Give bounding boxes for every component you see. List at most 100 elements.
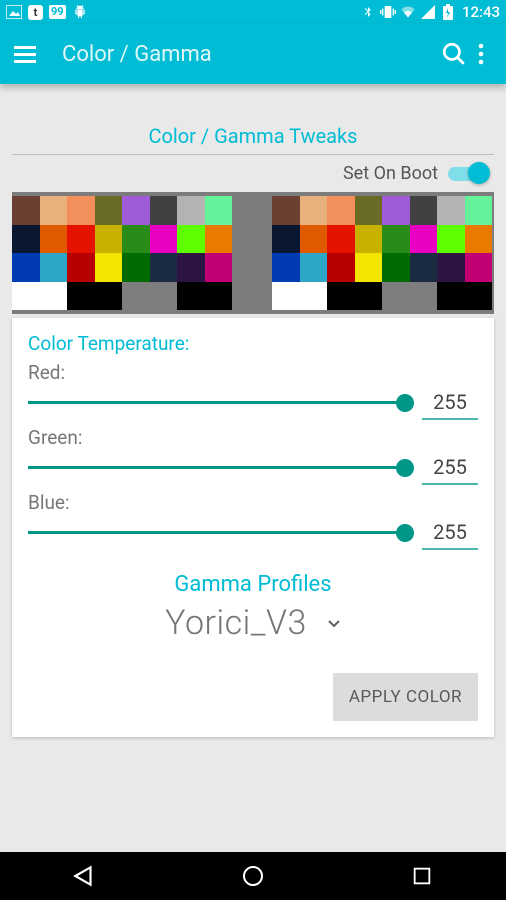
color-swatch — [382, 253, 410, 282]
color-swatch — [355, 282, 383, 311]
color-swatch — [177, 282, 205, 311]
color-swatch — [382, 282, 410, 311]
navigation-bar — [0, 852, 506, 900]
blue-label: Blue: — [28, 491, 478, 514]
color-swatch — [122, 225, 150, 254]
status-bar: t 99 12:43 — [0, 0, 506, 24]
color-swatch — [300, 282, 328, 311]
color-swatch — [67, 196, 95, 225]
tumblr-icon: t — [28, 5, 43, 20]
color-swatch — [410, 196, 438, 225]
color-swatch — [410, 282, 438, 311]
color-swatch — [437, 282, 465, 311]
color-swatch — [95, 196, 123, 225]
color-swatch — [40, 253, 68, 282]
color-swatch — [272, 282, 300, 311]
color-swatch — [410, 225, 438, 254]
set-on-boot-label: Set On Boot — [343, 163, 438, 184]
color-swatch — [300, 253, 328, 282]
color-swatch — [12, 253, 40, 282]
color-swatch — [67, 225, 95, 254]
color-swatch — [205, 196, 233, 225]
color-swatch — [355, 253, 383, 282]
gamma-profile-dropdown[interactable]: Yorici_V3 — [28, 603, 478, 643]
color-swatch — [150, 282, 178, 311]
android-icon — [72, 4, 88, 20]
color-swatch — [150, 196, 178, 225]
color-swatch — [95, 253, 123, 282]
color-swatch — [12, 196, 40, 225]
color-swatch — [327, 225, 355, 254]
red-value-input[interactable]: 255 — [422, 386, 478, 420]
menu-icon[interactable] — [14, 46, 38, 63]
color-swatch — [67, 253, 95, 282]
green-value-input[interactable]: 255 — [422, 451, 478, 485]
color-swatch — [40, 282, 68, 311]
search-icon[interactable] — [438, 41, 470, 67]
section-title: Color / Gamma Tweaks — [148, 124, 357, 148]
color-swatch — [177, 196, 205, 225]
color-swatch — [150, 225, 178, 254]
color-swatch — [40, 225, 68, 254]
wifi-icon — [400, 4, 416, 20]
red-slider[interactable] — [28, 387, 408, 419]
color-swatch — [177, 253, 205, 282]
color-swatch — [410, 253, 438, 282]
gamma-profiles-title: Gamma Profiles — [28, 572, 478, 597]
color-swatch — [205, 225, 233, 254]
color-temperature-header: Color Temperature: — [28, 332, 478, 355]
recents-icon[interactable] — [408, 862, 436, 890]
set-on-boot-switch[interactable] — [448, 164, 490, 184]
gamma-profile-selected: Yorici_V3 — [165, 603, 307, 643]
color-swatch — [382, 225, 410, 254]
vibrate-icon — [380, 4, 396, 20]
color-swatch — [122, 196, 150, 225]
color-swatch — [95, 225, 123, 254]
color-swatch — [12, 225, 40, 254]
color-preview-strip — [12, 192, 494, 314]
page-title: Color / Gamma — [62, 42, 212, 67]
image-icon — [6, 4, 22, 20]
color-swatch — [272, 253, 300, 282]
color-swatch — [465, 225, 493, 254]
color-swatch — [300, 225, 328, 254]
color-swatch — [67, 282, 95, 311]
color-swatch — [95, 282, 123, 311]
home-icon[interactable] — [239, 862, 267, 890]
color-swatch — [272, 225, 300, 254]
color-swatch — [327, 253, 355, 282]
color-swatch — [355, 196, 383, 225]
color-swatch — [355, 225, 383, 254]
color-swatch — [177, 225, 205, 254]
bluetooth-icon — [360, 4, 376, 20]
color-swatch — [437, 225, 465, 254]
color-swatch — [122, 253, 150, 282]
color-swatch — [12, 282, 40, 311]
color-swatch — [382, 196, 410, 225]
green-slider[interactable] — [28, 452, 408, 484]
clock-text: 12:43 — [462, 3, 500, 21]
color-swatch — [437, 196, 465, 225]
battery-charging-icon — [440, 4, 456, 20]
color-swatch — [437, 253, 465, 282]
blue-slider[interactable] — [28, 517, 408, 549]
color-swatch — [272, 196, 300, 225]
app-bar: Color / Gamma — [0, 24, 506, 84]
color-swatch — [327, 196, 355, 225]
apply-color-button[interactable]: APPLY COLOR — [333, 673, 478, 721]
notification-count-icon: 99 — [49, 5, 66, 19]
color-swatch — [205, 253, 233, 282]
color-swatch — [327, 282, 355, 311]
color-swatch — [465, 282, 493, 311]
color-temperature-card: Color Temperature: Red: 255 Green: 255 B… — [12, 318, 494, 737]
color-swatch — [205, 282, 233, 311]
color-swatch — [465, 196, 493, 225]
green-label: Green: — [28, 426, 478, 449]
blue-value-input[interactable]: 255 — [422, 516, 478, 550]
signal-icon — [420, 4, 436, 20]
back-icon[interactable] — [70, 862, 98, 890]
overflow-menu-icon[interactable] — [470, 43, 492, 65]
chevron-down-icon — [327, 614, 341, 633]
color-swatch — [122, 282, 150, 311]
color-swatch — [465, 253, 493, 282]
